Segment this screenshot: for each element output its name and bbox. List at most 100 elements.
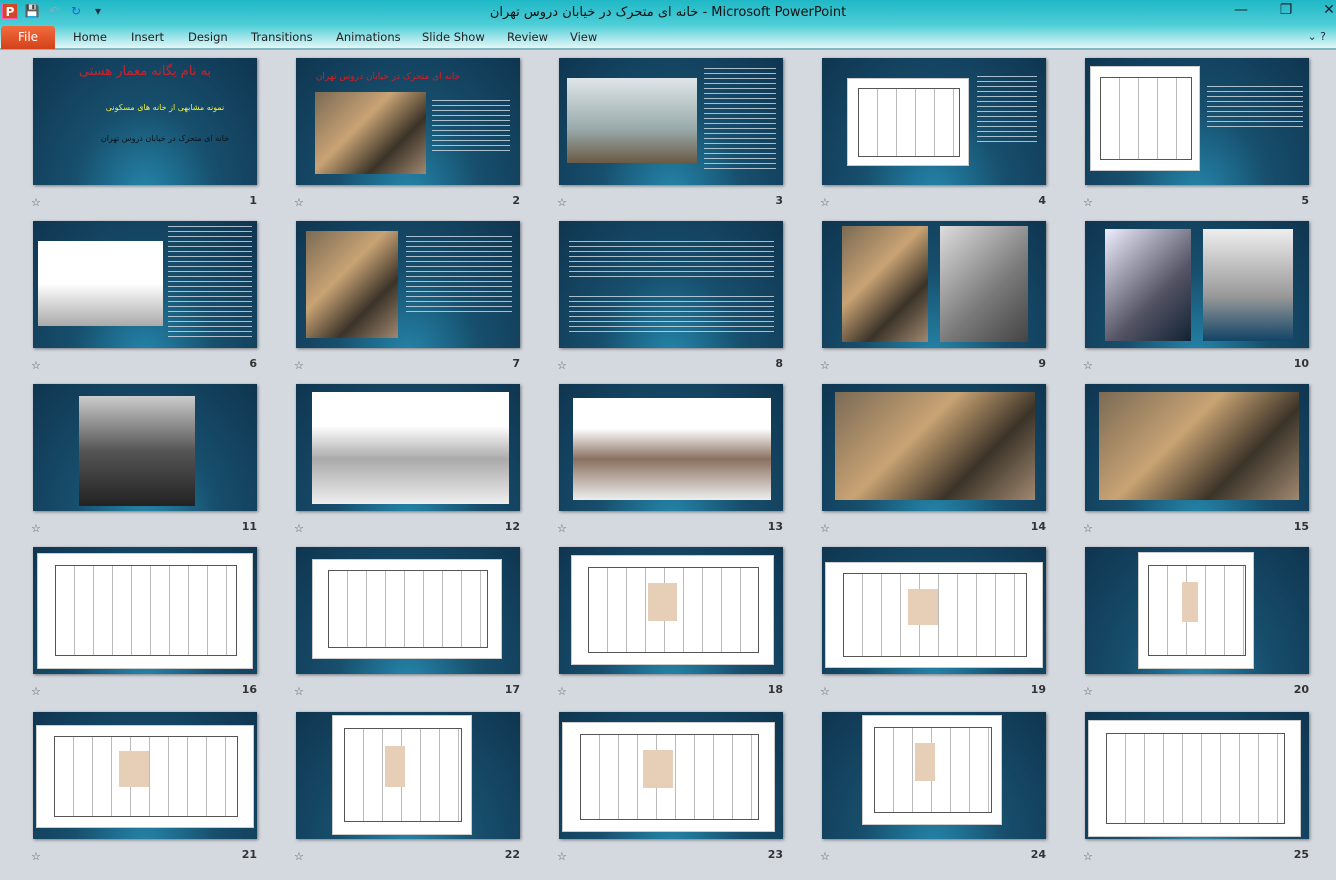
transition-icon[interactable]: ☆	[820, 359, 830, 372]
slide-image	[1105, 229, 1191, 341]
transition-icon[interactable]: ☆	[1083, 850, 1093, 863]
slide-thumbnail-25[interactable]	[1085, 712, 1309, 839]
slide-thumbnail-19[interactable]	[822, 547, 1046, 674]
transition-icon[interactable]: ☆	[31, 850, 41, 863]
slide-body-text	[569, 241, 774, 281]
transition-icon[interactable]: ☆	[820, 196, 830, 209]
slide-subtitle: نمونه مشابهی از خانه های مسکونی	[105, 103, 225, 112]
slide-thumbnail-16[interactable]	[33, 547, 257, 674]
tab-slide-show[interactable]: Slide Show	[422, 30, 485, 44]
slide-number: 1	[249, 194, 257, 207]
slide-thumbnail-15[interactable]	[1085, 384, 1309, 511]
transition-icon[interactable]: ☆	[1083, 522, 1093, 535]
slide-thumbnail-22[interactable]	[296, 712, 520, 839]
transition-icon[interactable]: ☆	[1083, 359, 1093, 372]
slide-thumbnail-17[interactable]	[296, 547, 520, 674]
transition-icon[interactable]: ☆	[294, 685, 304, 698]
transition-icon[interactable]: ☆	[31, 359, 41, 372]
slide-thumbnail-2[interactable]: خانه ای متحرک در خیابان دروس تهران	[296, 58, 520, 185]
transition-icon[interactable]: ☆	[557, 359, 567, 372]
transition-icon[interactable]: ☆	[31, 196, 41, 209]
slide-plan-image	[862, 715, 1002, 825]
slide-plan-image	[36, 725, 254, 828]
slide-number: 14	[1030, 520, 1046, 533]
slide-thumbnail-18[interactable]	[559, 547, 783, 674]
slide-thumbnail-23[interactable]	[559, 712, 783, 839]
title-bar: P 💾 ↶ ↻ ▾ خانه ای متحرک در خیابان دروس ت…	[0, 0, 1336, 26]
slide-thumbnail-6[interactable]	[33, 221, 257, 348]
transition-icon[interactable]: ☆	[820, 522, 830, 535]
tab-design[interactable]: Design	[188, 30, 228, 44]
slide-image	[1203, 229, 1293, 341]
slide-plan-image	[1090, 66, 1200, 171]
slide-image	[573, 398, 771, 500]
slide-thumbnail-4[interactable]	[822, 58, 1046, 185]
slide-image	[842, 226, 928, 342]
slide-number: 3	[775, 194, 783, 207]
slide-plan-image	[37, 553, 253, 669]
transition-icon[interactable]: ☆	[31, 522, 41, 535]
slide-thumbnail-8[interactable]	[559, 221, 783, 348]
slide-thumbnail-21[interactable]	[33, 712, 257, 839]
tab-review[interactable]: Review	[507, 30, 548, 44]
transition-icon[interactable]: ☆	[1083, 196, 1093, 209]
transition-icon[interactable]: ☆	[820, 850, 830, 863]
slide-title: به نام یگانه معمار هستی	[78, 64, 212, 79]
transition-icon[interactable]: ☆	[294, 850, 304, 863]
slide-body-text	[432, 100, 510, 155]
slide-thumbnail-9[interactable]	[822, 221, 1046, 348]
restore-button[interactable]: ❐	[1271, 2, 1301, 22]
tab-home[interactable]: Home	[73, 30, 107, 44]
slide-thumbnail-1[interactable]: به نام یگانه معمار هستی نمونه مشابهی از خ…	[33, 58, 257, 185]
slide-thumbnail-13[interactable]	[559, 384, 783, 511]
slide-thumbnail-12[interactable]	[296, 384, 520, 511]
slide-plan-image	[847, 78, 969, 166]
transition-icon[interactable]: ☆	[294, 522, 304, 535]
tab-view[interactable]: View	[570, 30, 597, 44]
transition-icon[interactable]: ☆	[31, 685, 41, 698]
tab-animations[interactable]: Animations	[336, 30, 401, 44]
transition-icon[interactable]: ☆	[1083, 685, 1093, 698]
slide-thumbnail-3[interactable]	[559, 58, 783, 185]
tab-insert[interactable]: Insert	[131, 30, 164, 44]
slide-number: 4	[1038, 194, 1046, 207]
slide-thumbnail-11[interactable]	[33, 384, 257, 511]
slide-body-text	[977, 76, 1037, 146]
minimize-button[interactable]: —	[1226, 2, 1256, 22]
slide-number: 10	[1293, 357, 1309, 370]
slide-plan-image	[825, 562, 1043, 668]
slide-thumbnail-7[interactable]	[296, 221, 520, 348]
transition-icon[interactable]: ☆	[557, 850, 567, 863]
slide-number: 23	[767, 848, 783, 861]
slide-thumbnail-10[interactable]	[1085, 221, 1309, 348]
slide-thumbnail-5[interactable]	[1085, 58, 1309, 185]
slide-body-text	[569, 296, 774, 336]
slide-image	[315, 92, 426, 174]
slide-plan-image	[332, 715, 472, 835]
transition-icon[interactable]: ☆	[557, 685, 567, 698]
slide-text: خانه ای متحرک در خیابان دروس تهران	[100, 134, 230, 143]
slide-body-text	[168, 226, 252, 341]
slide-number: 2	[512, 194, 520, 207]
ribbon-tabs: File Home Insert Design Transitions Anim…	[0, 26, 1336, 50]
slide-number: 17	[504, 683, 520, 696]
tab-file[interactable]: File	[1, 26, 55, 49]
slide-body-text	[704, 68, 776, 173]
slide-thumbnail-14[interactable]	[822, 384, 1046, 511]
transition-icon[interactable]: ☆	[294, 196, 304, 209]
transition-icon[interactable]: ☆	[557, 196, 567, 209]
tab-transitions[interactable]: Transitions	[251, 30, 313, 44]
slide-image	[567, 78, 697, 163]
slide-number: 11	[241, 520, 257, 533]
slide-thumbnail-20[interactable]	[1085, 547, 1309, 674]
help-icon[interactable]: ⌄ ?	[1307, 30, 1326, 43]
slide-number: 9	[1038, 357, 1046, 370]
transition-icon[interactable]: ☆	[557, 522, 567, 535]
close-button[interactable]: ✕	[1314, 2, 1336, 22]
slide-number: 21	[241, 848, 257, 861]
transition-icon[interactable]: ☆	[820, 685, 830, 698]
slide-plan-image	[312, 559, 502, 659]
slide-plan-image	[1088, 720, 1301, 837]
slide-thumbnail-24[interactable]	[822, 712, 1046, 839]
transition-icon[interactable]: ☆	[294, 359, 304, 372]
